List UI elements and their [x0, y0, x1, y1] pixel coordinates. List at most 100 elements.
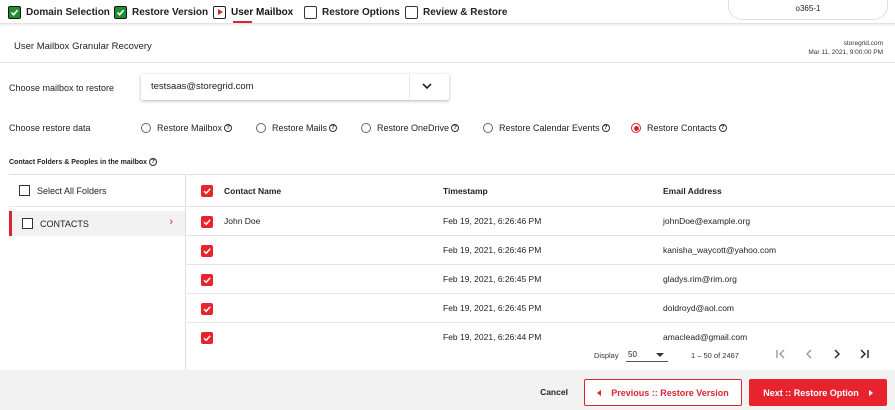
radio-selected-icon — [631, 123, 641, 133]
checkbox-icon — [304, 5, 317, 19]
step-label: Restore Version — [132, 6, 209, 18]
cell-email: doldroyd@aol.com — [663, 303, 734, 313]
radio-label: Restore Calendar Events — [499, 123, 600, 133]
column-contact-name[interactable]: Contact Name — [224, 186, 281, 196]
app-root: Domain Selection Restore Version User Ma… — [0, 0, 895, 410]
radio-restore-calendar[interactable]: Restore Calendar Events ? — [483, 122, 610, 134]
radio-label: Restore Mailbox — [157, 123, 223, 133]
select-all-label: Select All Folders — [37, 185, 107, 196]
radio-label: Restore OneDrive — [377, 123, 450, 133]
section-title: Contact Folders & Peoples in the mailbox… — [9, 158, 158, 166]
step-label: Domain Selection — [26, 6, 110, 18]
select-all-folders[interactable]: Select All Folders — [9, 175, 185, 207]
chevron-down-icon — [422, 83, 432, 90]
mailbox-label: Choose mailbox to restore — [9, 83, 115, 93]
step-label: Review & Restore — [423, 6, 508, 18]
step-label: User Mailbox — [231, 6, 294, 18]
radio-restore-mails[interactable]: Restore Mails ? — [256, 122, 338, 134]
row-checkbox[interactable] — [201, 245, 213, 257]
row-checkbox[interactable] — [201, 332, 213, 344]
check-icon — [8, 5, 21, 19]
next-button[interactable]: Next :: Restore Option — [749, 379, 887, 406]
cell-email: johnDoe@example.org — [663, 216, 751, 226]
play-icon — [213, 5, 226, 19]
backup-meta: storegrid.com Mar 11, 2021, 9:00:00 PM — [808, 39, 883, 57]
caret-down-icon — [656, 353, 664, 357]
step-review-restore[interactable]: Review & Restore — [405, 4, 507, 20]
checkbox-icon[interactable] — [22, 218, 33, 229]
checkbox-icon[interactable] — [19, 185, 30, 196]
next-page-icon[interactable] — [830, 347, 844, 361]
table-row[interactable]: Feb 19, 2021, 6:26:45 PM gladys.rim@rim.… — [187, 265, 895, 294]
check-icon — [114, 5, 127, 19]
page-title: User Mailbox Granular Recovery — [14, 41, 152, 52]
checkbox-icon — [405, 5, 418, 19]
table-header: Contact Name Timestamp Email Address — [187, 175, 895, 207]
folder-label: CONTACTS — [40, 218, 89, 229]
backup-datetime: Mar 11, 2021, 9:00:00 PM — [808, 49, 883, 56]
divider — [0, 62, 895, 63]
step-restore-version[interactable]: Restore Version — [114, 4, 208, 20]
prev-page-icon[interactable] — [802, 347, 816, 361]
step-label: Restore Options — [322, 6, 400, 18]
step-restore-options[interactable]: Restore Options — [304, 4, 400, 20]
radio-restore-mailbox[interactable]: Restore Mailbox ? — [141, 122, 233, 134]
cell-email: kanisha_waycott@yahoo.com — [663, 245, 777, 255]
cancel-button[interactable]: Cancel — [534, 381, 574, 403]
previous-button[interactable]: Previous :: Restore Version — [584, 379, 742, 406]
step-domain-selection[interactable]: Domain Selection — [8, 4, 110, 20]
folder-list: Select All Folders CONTACTS › — [9, 174, 186, 370]
page-size-value: 50 — [628, 350, 637, 359]
help-icon[interactable]: ? — [224, 124, 233, 132]
help-icon[interactable]: ? — [149, 158, 158, 166]
cell-timestamp: Feb 19, 2021, 6:26:46 PM — [443, 245, 542, 255]
help-icon[interactable]: ? — [329, 124, 338, 132]
active-step-underline — [233, 21, 252, 23]
next-label: Next :: Restore Option — [763, 387, 859, 398]
previous-label: Previous :: Restore Version — [611, 387, 729, 398]
server-name: storegrid.com — [843, 40, 883, 47]
folder-item-contacts[interactable]: CONTACTS › — [9, 211, 185, 236]
wizard-bar: Domain Selection Restore Version User Ma… — [0, 0, 895, 24]
help-icon[interactable]: ? — [718, 124, 727, 132]
row-checkbox[interactable] — [201, 216, 213, 228]
radio-label: Restore Contacts — [647, 123, 717, 133]
cell-timestamp: Feb 19, 2021, 6:26:44 PM — [443, 332, 542, 342]
column-email[interactable]: Email Address — [663, 186, 722, 196]
tenant-tab[interactable]: o365-1 — [728, 0, 888, 20]
main-panel: User Mailbox Granular Recovery storegrid… — [0, 26, 895, 370]
select-all-checkbox[interactable] — [201, 185, 213, 197]
cell-timestamp: Feb 19, 2021, 6:26:45 PM — [443, 303, 542, 313]
step-user-mailbox[interactable]: User Mailbox — [213, 4, 293, 20]
cell-timestamp: Feb 19, 2021, 6:26:45 PM — [443, 274, 542, 284]
help-icon[interactable]: ? — [601, 124, 610, 132]
restore-data-label: Choose restore data — [9, 123, 91, 133]
radio-icon — [361, 123, 371, 133]
table-row[interactable]: Feb 19, 2021, 6:26:46 PM kanisha_waycott… — [187, 236, 895, 265]
table-row[interactable]: Feb 19, 2021, 6:26:45 PM doldroyd@aol.co… — [187, 294, 895, 323]
section-title-text: Contact Folders & Peoples in the mailbox — [9, 158, 148, 166]
caret-right-icon — [868, 389, 873, 396]
page-size-select[interactable]: 50 — [626, 346, 668, 362]
first-page-icon[interactable] — [774, 347, 788, 361]
page-range: 1 – 50 of 2467 — [691, 351, 739, 360]
table-row[interactable]: John Doe Feb 19, 2021, 6:26:46 PM johnDo… — [187, 207, 895, 236]
column-timestamp[interactable]: Timestamp — [443, 186, 488, 196]
radio-restore-onedrive[interactable]: Restore OneDrive ? — [361, 122, 460, 134]
radio-icon — [256, 123, 266, 133]
radio-restore-contacts[interactable]: Restore Contacts ? — [631, 122, 727, 134]
chevron-right-icon: › — [169, 216, 173, 228]
pagination: Display 50 1 – 50 of 2467 — [187, 344, 895, 370]
cell-email: amaclead@gmail.com — [663, 332, 748, 342]
cell-timestamp: Feb 19, 2021, 6:26:46 PM — [443, 216, 542, 226]
help-icon[interactable]: ? — [451, 124, 460, 132]
row-checkbox[interactable] — [201, 303, 213, 315]
radio-label: Restore Mails — [272, 123, 328, 133]
mailbox-select[interactable]: testsaas@storegrid.com — [141, 74, 449, 100]
cell-contact-name: John Doe — [224, 216, 261, 226]
cell-email: gladys.rim@rim.org — [663, 274, 737, 284]
row-checkbox[interactable] — [201, 274, 213, 286]
last-page-icon[interactable] — [857, 347, 871, 361]
mailbox-value: testsaas@storegrid.com — [151, 81, 254, 92]
contacts-table: Contact Name Timestamp Email Address Joh… — [187, 174, 895, 370]
